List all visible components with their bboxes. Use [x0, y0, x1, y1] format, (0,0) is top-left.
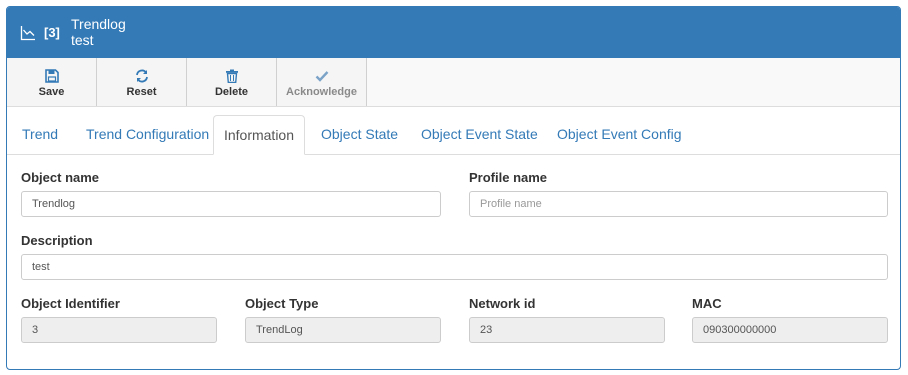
network-id-label: Network id — [469, 296, 536, 311]
mac-field — [692, 317, 888, 343]
trendlog-panel: [3] Trendlog test Save Reset Delete Ackn… — [6, 6, 901, 370]
refresh-icon — [135, 69, 148, 83]
object-type-label: Object Type — [245, 296, 319, 311]
reset-label: Reset — [126, 86, 157, 98]
delete-label: Delete — [214, 86, 249, 98]
toolbar: Save Reset Delete Acknowledge — [7, 58, 900, 107]
chart-line-icon — [20, 26, 35, 41]
description-field[interactable] — [21, 254, 888, 280]
tab-object-event-config[interactable]: Object Event Config — [557, 115, 682, 154]
object-name-label: Object name — [21, 170, 100, 185]
object-identifier-field — [21, 317, 217, 343]
checkmark-icon — [315, 71, 328, 82]
object-name-field[interactable] — [21, 191, 441, 217]
tab-information[interactable]: Information — [213, 115, 305, 155]
page-title: Trendlog test — [71, 16, 126, 48]
title-object-name: Trendlog — [71, 16, 126, 32]
mac-label: MAC — [692, 296, 722, 311]
tab-object-state[interactable]: Object State — [321, 115, 398, 154]
acknowledge-label: Acknowledge — [286, 86, 357, 98]
tab-trend[interactable]: Trend — [22, 115, 58, 154]
trash-icon — [225, 69, 238, 83]
tab-bar: Trend Trend Configuration Information Ob… — [7, 106, 900, 155]
panel-header: [3] Trendlog test — [7, 7, 900, 58]
description-label: Description — [21, 233, 93, 248]
acknowledge-button[interactable]: Acknowledge — [277, 58, 367, 106]
object-id-label: [3] — [44, 25, 60, 40]
object-type-field — [245, 317, 441, 343]
reset-button[interactable]: Reset — [97, 58, 187, 106]
floppy-disk-icon — [44, 69, 59, 83]
network-id-field — [469, 317, 665, 343]
tab-object-event-state[interactable]: Object Event State — [421, 115, 538, 154]
title-description: test — [71, 32, 94, 48]
delete-button[interactable]: Delete — [187, 58, 277, 106]
save-button[interactable]: Save — [7, 58, 97, 106]
save-label: Save — [38, 86, 65, 98]
object-identifier-label: Object Identifier — [21, 296, 120, 311]
profile-name-field[interactable] — [469, 191, 888, 217]
profile-name-label: Profile name — [469, 170, 548, 185]
tab-trend-configuration[interactable]: Trend Configuration — [86, 115, 209, 154]
